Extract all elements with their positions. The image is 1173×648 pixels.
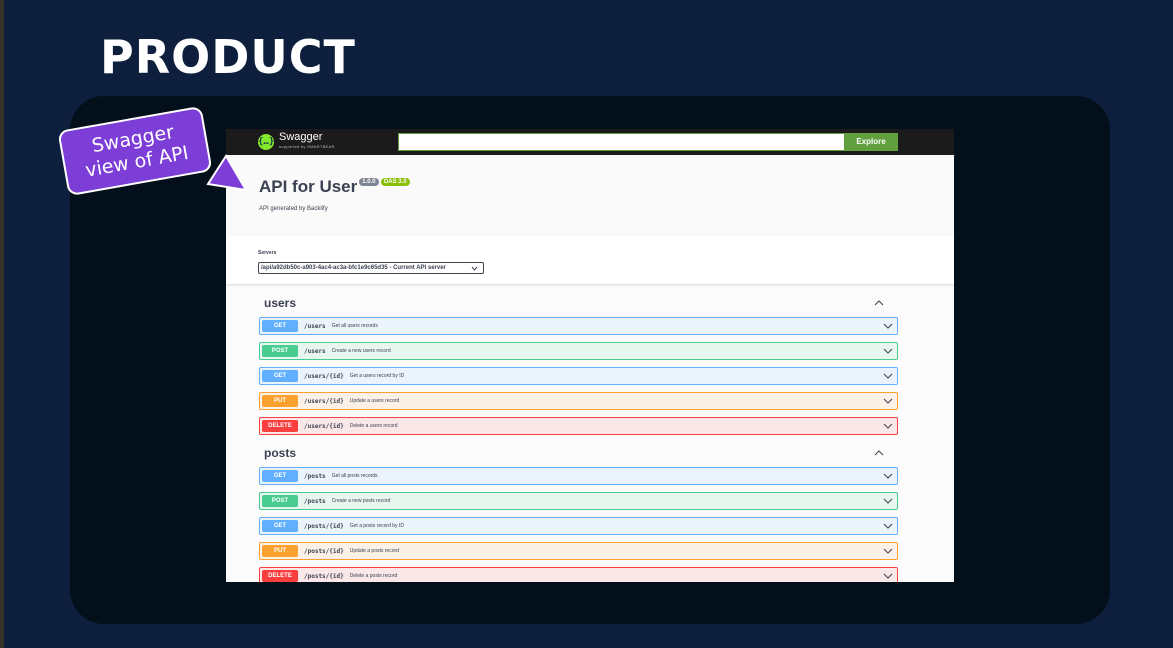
callout-pointer-icon (206, 154, 248, 192)
operation-path: /posts/{id} (304, 572, 344, 580)
chevron-down-icon[interactable] (883, 370, 893, 382)
operation-path: /posts (304, 497, 326, 505)
operation-summary: Get all users records (331, 323, 378, 329)
chevron-down-icon[interactable] (883, 420, 893, 432)
api-title: API for User (259, 177, 358, 196)
swagger-topbar: {…} Swagger supported by SMARTBEAR Explo… (226, 129, 954, 155)
operation-row[interactable]: POST/posts Create a new posts record (259, 492, 898, 510)
operation-summary: Create a new users record (331, 348, 391, 354)
chevron-up-icon[interactable] (874, 300, 884, 306)
operation-summary: Get a posts record by ID (349, 523, 404, 529)
operation-path: /users (304, 322, 326, 330)
method-badge: GET (262, 370, 298, 382)
operation-row[interactable]: GET/users Get all users records (259, 317, 898, 335)
method-badge: GET (262, 470, 298, 482)
operation-summary: Delete a posts record (349, 573, 398, 579)
chevron-down-icon[interactable] (883, 520, 893, 532)
left-edge-strip (0, 0, 4, 648)
operation-row[interactable]: PUT/users/{id} Update a users record (259, 392, 898, 410)
operation-summary: Create a new posts record (331, 498, 391, 504)
slide-title: PRODUCT (100, 30, 356, 84)
logo-subtitle: supported by SMARTBEAR (279, 144, 335, 149)
operation-path: /posts (304, 472, 326, 480)
operation-path: /users/{id} (304, 372, 344, 380)
operation-path: /users/{id} (304, 422, 344, 430)
operation-path: /posts/{id} (304, 547, 344, 555)
operation-summary: Get a users record by ID (349, 373, 405, 379)
method-badge: DELETE (262, 420, 298, 432)
oas-badge: OAS 3.0 (380, 178, 410, 186)
method-badge: POST (262, 495, 298, 507)
chevron-down-icon[interactable] (883, 345, 893, 357)
operation-path: /users (304, 347, 326, 355)
operation-row[interactable]: GET/posts/{id} Get a posts record by ID (259, 517, 898, 535)
method-badge: DELETE (262, 570, 298, 582)
method-badge: PUT (262, 545, 298, 557)
api-info: API for User 1.0.0 OAS 3.0 API generated… (226, 155, 954, 236)
chevron-down-icon (471, 266, 478, 271)
api-description: API generated by Backlify (259, 206, 328, 212)
operation-path: /users/{id} (304, 397, 344, 405)
operation-row[interactable]: DELETE/posts/{id} Delete a posts record (259, 567, 898, 582)
version-badge: 1.0.0 (359, 178, 379, 186)
operation-summary: Update a posts record (349, 548, 399, 554)
method-badge: PUT (262, 395, 298, 407)
chevron-down-icon[interactable] (883, 395, 893, 407)
logo-text: Swagger supported by SMARTBEAR (279, 132, 335, 152)
servers-selected-value: /api/a92db50c-a903-4ac4-ac3a-bfc1e9c65d3… (261, 265, 446, 271)
method-badge: POST (262, 345, 298, 357)
operation-summary: Get all posts records (331, 473, 378, 479)
tag-header-users[interactable]: users (259, 292, 898, 314)
servers-section: Servers /api/a92db50c-a903-4ac4-ac3a-bfc… (226, 236, 954, 284)
tag-title: posts (264, 446, 297, 460)
spec-url-input[interactable] (398, 133, 844, 151)
operation-row[interactable]: GET/users/{id} Get a users record by ID (259, 367, 898, 385)
operation-row[interactable]: PUT/posts/{id} Update a posts record (259, 542, 898, 560)
servers-select[interactable]: /api/a92db50c-a903-4ac4-ac3a-bfc1e9c65d3… (258, 262, 484, 274)
swagger-window: {…} Swagger supported by SMARTBEAR Explo… (226, 129, 954, 582)
operation-path: /posts/{id} (304, 522, 344, 530)
servers-label: Servers (258, 250, 277, 256)
chevron-down-icon[interactable] (883, 545, 893, 557)
logo-name: Swagger (279, 131, 323, 143)
operations-sections: users GET/users Get all users records POST /… (226, 284, 954, 582)
chevron-down-icon[interactable] (883, 495, 893, 507)
operation-summary: Update a users record (349, 398, 400, 404)
chevron-down-icon[interactable] (883, 320, 893, 332)
tag-header-posts[interactable]: posts (259, 442, 898, 464)
chevron-up-icon[interactable] (874, 450, 884, 456)
swagger-logo-icon: {…} (258, 134, 274, 150)
operation-row[interactable]: GET/posts Get all posts records (259, 467, 898, 485)
swagger-logo[interactable]: {…} Swagger supported by SMARTBEAR (258, 132, 335, 152)
operation-row[interactable]: DELETE/users/{id} Delete a users record (259, 417, 898, 435)
method-badge: GET (262, 520, 298, 532)
api-title-row: API for User 1.0.0 OAS 3.0 (259, 177, 954, 197)
explore-button[interactable]: Explore (844, 133, 898, 151)
tag-title: users (264, 296, 297, 310)
operation-row[interactable]: POST/users Create a new users record (259, 342, 898, 360)
operation-summary: Delete a users record (349, 423, 398, 429)
method-badge: GET (262, 320, 298, 332)
chevron-down-icon[interactable] (883, 470, 893, 482)
chevron-down-icon[interactable] (883, 570, 893, 582)
